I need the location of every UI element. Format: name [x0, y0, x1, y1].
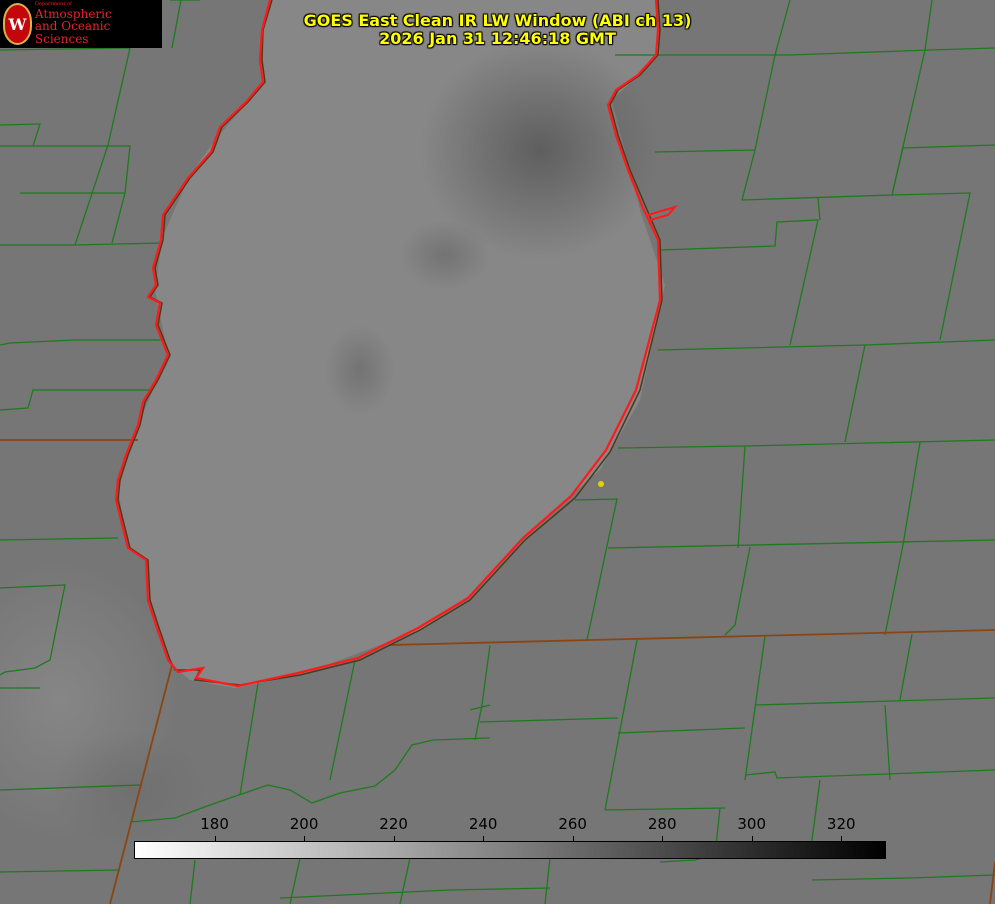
- colorbar-tick-mark: [483, 836, 485, 842]
- colorbar-tick-mark: [214, 836, 216, 842]
- colorbar-tick-mark: [572, 836, 574, 842]
- colorbar-tick-label: 180: [200, 815, 229, 833]
- image-title: GOES East Clean IR LW Window (ABI ch 13)…: [0, 12, 995, 48]
- location-marker: [598, 481, 604, 487]
- colorbar-tick-label: 220: [379, 815, 408, 833]
- colorbar-tick-label: 300: [737, 815, 767, 833]
- colorbar-tick-mark: [841, 836, 843, 842]
- colorbar-tick-mark: [393, 836, 395, 842]
- satellite-map: W Department of Atmospheric and Oceanic …: [0, 0, 995, 904]
- land-cool-area: [50, 730, 210, 850]
- colorbar-tick-label: 260: [558, 815, 587, 833]
- colorbar-tick-label: 320: [826, 815, 856, 833]
- title-line-2: 2026 Jan 31 12:46:18 GMT: [379, 29, 616, 48]
- title-line-1: GOES East Clean IR LW Window (ABI ch 13): [303, 11, 692, 30]
- map-canvas: [0, 0, 995, 904]
- colorbar-tick-label: 280: [647, 815, 677, 833]
- cloud-patch-west: [325, 325, 395, 415]
- colorbar: [134, 841, 886, 859]
- colorbar-tick-label: 200: [289, 815, 319, 833]
- cloud-patch-center: [400, 220, 490, 290]
- colorbar-tick-label: 240: [468, 815, 498, 833]
- colorbar-tick-mark: [662, 836, 664, 842]
- colorbar-tick-mark: [304, 836, 306, 842]
- colorbar-tick-mark: [751, 836, 753, 842]
